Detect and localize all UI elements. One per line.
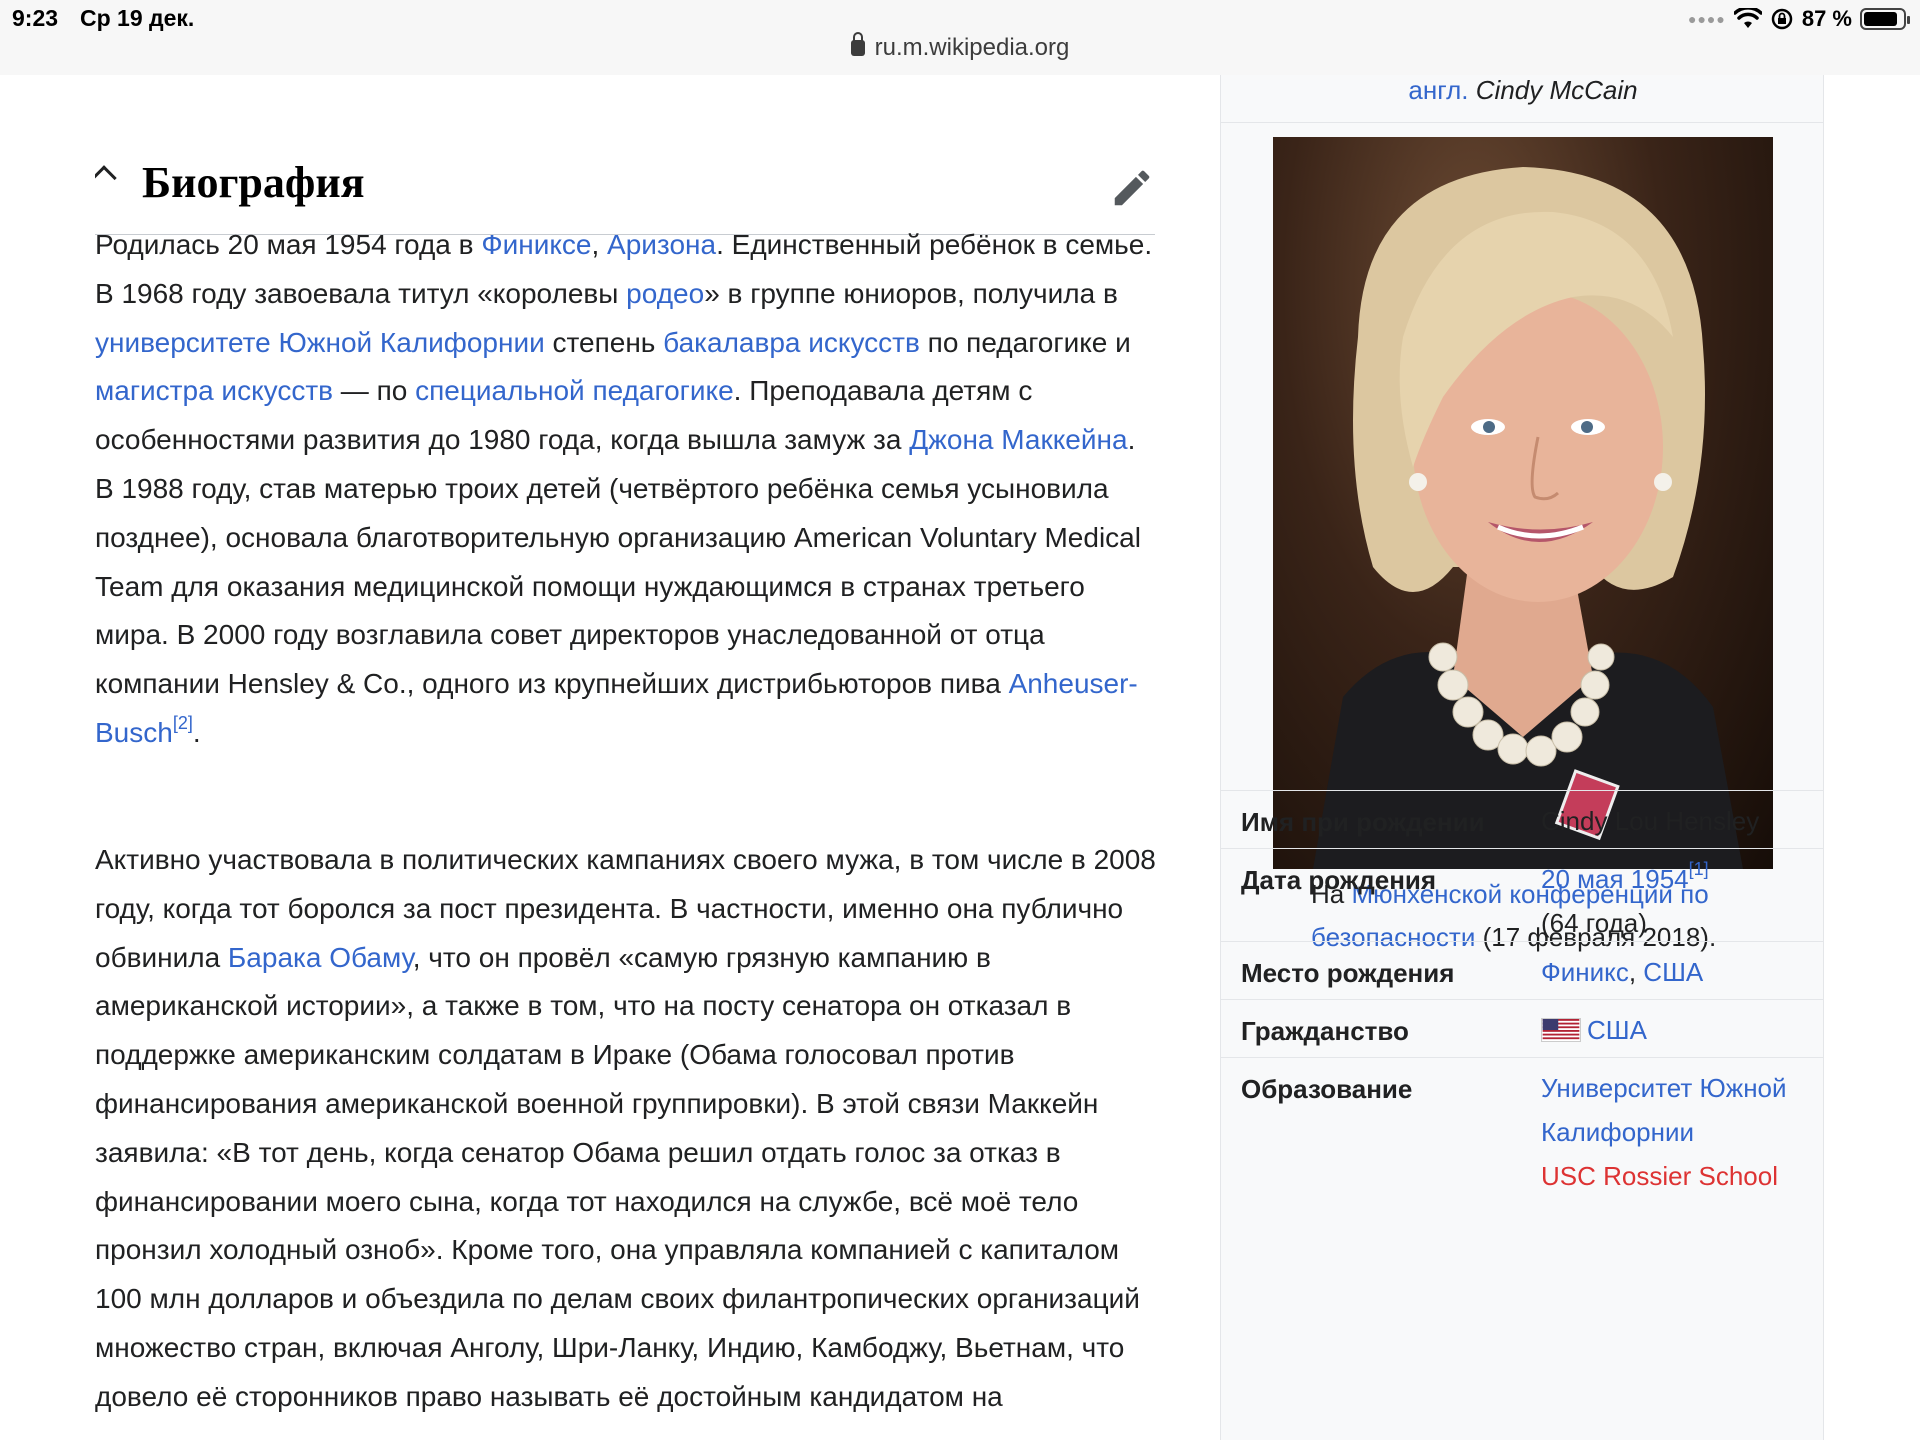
link-special-education[interactable]: специальной педагогике — [415, 375, 734, 406]
link-master-of-arts[interactable]: магистра искусств — [95, 375, 333, 406]
infobox-value: Финикс, США — [1541, 957, 1704, 987]
infobox-value: 20 мая 1954[1] (64 года) — [1541, 857, 1821, 945]
link-bachelor-of-arts[interactable]: бакалавра искусств — [663, 327, 920, 358]
original-name: англ. Cindy McCain — [1221, 75, 1823, 123]
infobox-value: Cindy Lou Hensley — [1541, 806, 1760, 836]
link-arizona[interactable]: Аризона — [607, 229, 716, 260]
infobox-value: Университет Южной Калифорнии USC Rossier … — [1541, 1066, 1821, 1198]
portrait-photo[interactable] — [1273, 137, 1773, 869]
link-rodeo[interactable]: родео — [626, 278, 704, 309]
infobox-label: Место рождения — [1241, 958, 1455, 988]
link-usa-citizenship[interactable]: США — [1587, 1015, 1647, 1045]
section-header[interactable]: Биография — [95, 115, 1155, 235]
infobox-label: Имя при рождении — [1241, 807, 1485, 837]
orientation-lock-icon — [1771, 8, 1793, 30]
infobox-label: Дата рождения — [1241, 865, 1437, 895]
infobox-value: США — [1541, 1008, 1821, 1052]
biography-paragraph-1: Родилась 20 мая 1954 года в Финиксе, Ари… — [95, 229, 1153, 748]
lock-icon — [850, 32, 865, 56]
battery-percent: 87 % — [1801, 6, 1852, 31]
address-bar[interactable]: ru.m.wikipedia.org — [0, 32, 1920, 62]
reference-2[interactable]: [2] — [173, 713, 193, 733]
multitask-dots-icon: ●●●● — [1688, 11, 1726, 27]
lang-link[interactable]: англ. — [1408, 75, 1468, 105]
link-usc[interactable]: университете Южной Калифорнии — [95, 327, 545, 358]
infobox-row-birth-name: Имя при рождении Cindy Lou Hensley — [1221, 790, 1823, 848]
us-flag-icon — [1541, 1018, 1581, 1042]
url-text: ru.m.wikipedia.org — [874, 34, 1070, 61]
infobox-label: Гражданство — [1241, 1016, 1409, 1046]
article-content: Биография Родилась 20 мая 1954 года в Фи… — [95, 75, 1155, 1440]
reference-1[interactable]: [1] — [1689, 859, 1709, 879]
chevron-up-icon[interactable] — [95, 165, 117, 191]
portrait-illustration — [1313, 167, 1743, 869]
infobox-row-birth-place: Место рождения Финикс, США — [1221, 941, 1823, 999]
infobox-row-citizenship: Гражданство США — [1221, 999, 1823, 1057]
link-usc-university[interactable]: Университет Южной Калифорнии — [1541, 1073, 1787, 1147]
link-phoenix-city[interactable]: Финикс — [1541, 957, 1629, 987]
infobox-label: Образование — [1241, 1074, 1413, 1104]
biography-paragraph-2: Активно участвовала в политических кампа… — [95, 844, 1155, 1412]
status-time: 9:23 — [12, 5, 59, 31]
wifi-icon — [1733, 8, 1762, 28]
section-title: Биография — [142, 158, 365, 207]
link-phoenix[interactable]: Финиксе — [481, 229, 591, 260]
battery-level — [1864, 12, 1897, 26]
link-john-mccain[interactable]: Джона Маккейна — [909, 424, 1127, 455]
link-usa[interactable]: США — [1643, 957, 1703, 987]
infobox-row-education: Образование Университет Южной Калифорнии… — [1221, 1057, 1823, 1440]
battery-icon — [1860, 8, 1910, 30]
pencil-edit-icon[interactable] — [1109, 165, 1155, 211]
age-text: (64 года) — [1541, 908, 1647, 938]
infobox: англ. Cindy McCain На Мюнхенской конфере… — [1220, 75, 1824, 1440]
link-birth-date[interactable]: 20 мая 1954 — [1541, 864, 1689, 894]
original-name-text: Cindy McCain — [1475, 75, 1638, 105]
redlink-usc-rossier[interactable]: USC Rossier School — [1541, 1161, 1778, 1191]
status-date: Ср 19 дек. — [80, 5, 195, 31]
infobox-row-birth-date: Дата рождения 20 мая 1954[1] (64 года) — [1221, 848, 1823, 941]
status-indicators: ●●●● 87 % — [1688, 4, 1910, 34]
status-bar: 9:23 Ср 19 дек. ●●●● 87 % ru.m.wikipedia… — [0, 0, 1920, 75]
link-barack-obama[interactable]: Барака Обаму — [228, 942, 413, 973]
